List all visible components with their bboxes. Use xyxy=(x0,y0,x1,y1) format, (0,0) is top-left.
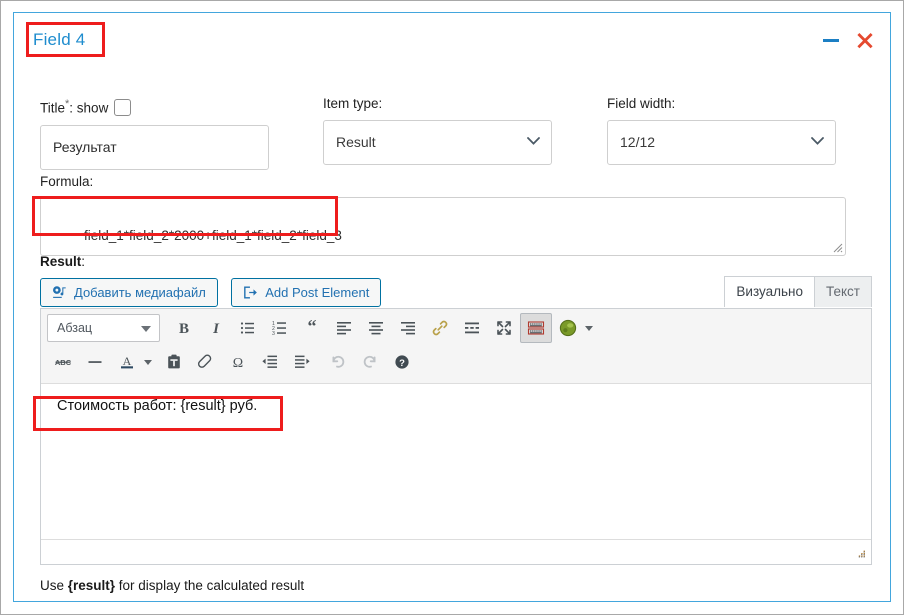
chevron-down-icon xyxy=(141,326,151,332)
plugin-green-icon[interactable] xyxy=(552,313,584,343)
panel-header: Field 4 xyxy=(14,13,890,61)
screenshot-root: Field 4 Title*: show Результат Item type… xyxy=(0,0,904,615)
hint-token: {result} xyxy=(67,578,116,593)
fullscreen-icon[interactable] xyxy=(488,313,520,343)
show-label-text: : show xyxy=(69,100,109,116)
wp-editor: Абзац B I 1 2 3 “ ABC A Ω ? Стоимость ра… xyxy=(40,308,872,565)
svg-text:?: ? xyxy=(399,358,405,369)
field-width-label: Field width: xyxy=(607,96,676,111)
add-post-element-button[interactable]: Add Post Element xyxy=(231,278,382,307)
editor-content-text: Стоимость работ: {result} руб. xyxy=(57,398,258,414)
formula-textarea[interactable]: field_1*field_2*2000+field_1*field_2*fie… xyxy=(40,197,846,256)
text-color-icon[interactable]: A xyxy=(111,347,143,377)
tab-text[interactable]: Текст xyxy=(814,276,872,307)
editor-content-area[interactable]: Стоимость работ: {result} руб. xyxy=(41,384,871,539)
bulleted-list-icon[interactable] xyxy=(232,313,264,343)
item-type-select[interactable]: Result xyxy=(323,120,552,165)
tab-visual[interactable]: Визуально xyxy=(724,276,815,307)
strikethrough-icon[interactable]: ABC xyxy=(47,347,79,377)
result-group: Result: Добавить медиафайл Add Post Elem… xyxy=(40,253,872,565)
page-title: Field 4 xyxy=(33,30,86,49)
media-button-bar: Добавить медиафайл Add Post Element Визу… xyxy=(40,276,872,308)
field-width-select[interactable]: 12/12 xyxy=(607,120,836,165)
decrease-indent-icon[interactable] xyxy=(254,347,286,377)
read-more-icon[interactable] xyxy=(456,313,488,343)
field-config-row: Title*: show Результат Item type: Result… xyxy=(14,59,890,170)
add-media-button[interactable]: Добавить медиафайл xyxy=(40,278,218,307)
item-type-label: Item type: xyxy=(323,96,383,111)
formula-value: field_1*field_2*2000+field_1*field_2*fie… xyxy=(84,228,342,243)
special-character-icon[interactable]: Ω xyxy=(222,347,254,377)
align-left-icon[interactable] xyxy=(328,313,360,343)
svg-text:“: “ xyxy=(308,319,317,336)
result-label-text: Result xyxy=(40,254,82,269)
clear-formatting-icon[interactable] xyxy=(190,347,222,377)
title-label-text: Title xyxy=(40,100,66,116)
item-type-select-value[interactable]: Result xyxy=(323,120,552,165)
result-label: Result: xyxy=(40,253,872,271)
svg-text:A: A xyxy=(123,354,132,368)
svg-text:3: 3 xyxy=(272,331,275,337)
increase-indent-icon[interactable] xyxy=(286,347,318,377)
formula-group: Formula: field_1*field_2*2000+field_1*fi… xyxy=(40,173,846,256)
svg-text:Ω: Ω xyxy=(233,356,243,371)
toolbar-toggle-icon[interactable] xyxy=(520,313,552,343)
editor-toolbar: Абзац B I 1 2 3 “ ABC A Ω ? xyxy=(41,309,871,384)
editor-status-bar xyxy=(41,539,871,564)
editor-toolbar-row-1: Абзац B I 1 2 3 “ xyxy=(41,311,871,345)
link-icon[interactable] xyxy=(424,313,456,343)
add-post-element-button-label: Add Post Element xyxy=(265,285,370,300)
text-color-dropdown-arrow-icon[interactable] xyxy=(144,359,152,365)
formula-label: Formula: xyxy=(40,174,94,189)
paste-as-text-icon[interactable] xyxy=(158,347,190,377)
italic-icon[interactable]: I xyxy=(200,313,232,343)
close-icon[interactable] xyxy=(856,31,874,49)
plugin-dropdown-arrow-icon[interactable] xyxy=(585,325,593,331)
align-right-icon[interactable] xyxy=(392,313,424,343)
result-hint: Use {result} for display the calculated … xyxy=(40,578,304,593)
item-type-group: Item type: Result xyxy=(323,95,552,165)
title-input[interactable]: Результат xyxy=(40,124,269,170)
editor-resize-handle-icon[interactable] xyxy=(854,548,867,561)
result-label-colon: : xyxy=(81,254,86,269)
field-width-select-value[interactable]: 12/12 xyxy=(607,120,836,165)
svg-text:I: I xyxy=(212,321,220,337)
redo-icon[interactable] xyxy=(354,347,386,377)
field-settings-panel: Field 4 Title*: show Результат Item type… xyxy=(13,12,891,602)
add-media-button-label: Добавить медиафайл xyxy=(74,285,206,300)
editor-mode-tabs: Визуально Текст xyxy=(724,276,872,307)
field-width-group: Field width: 12/12 xyxy=(607,95,836,165)
align-center-icon[interactable] xyxy=(360,313,392,343)
hint-suffix: for display the calculated result xyxy=(115,578,305,593)
blockquote-icon[interactable]: “ xyxy=(296,313,328,343)
post-element-icon xyxy=(244,286,258,299)
title-field-label: Title*: show xyxy=(40,95,269,118)
paragraph-format-select[interactable]: Абзац xyxy=(47,314,160,342)
svg-text:B: B xyxy=(179,321,189,337)
editor-toolbar-row-2: ABC A Ω ? xyxy=(41,345,871,379)
media-icon xyxy=(53,286,66,298)
paragraph-format-value: Абзац xyxy=(57,321,93,335)
bold-icon[interactable]: B xyxy=(168,313,200,343)
keyboard-shortcuts-help-icon[interactable]: ? xyxy=(386,347,418,377)
title-field-group: Title*: show Результат xyxy=(40,95,269,170)
undo-icon[interactable] xyxy=(322,347,354,377)
numbered-list-icon[interactable]: 1 2 3 xyxy=(264,313,296,343)
panel-window-controls xyxy=(823,31,874,49)
horizontal-rule-icon[interactable] xyxy=(79,347,111,377)
hint-prefix: Use xyxy=(40,578,68,593)
resize-handle-icon[interactable] xyxy=(831,241,843,253)
minimize-icon[interactable] xyxy=(823,32,839,48)
show-title-checkbox[interactable] xyxy=(114,98,132,116)
